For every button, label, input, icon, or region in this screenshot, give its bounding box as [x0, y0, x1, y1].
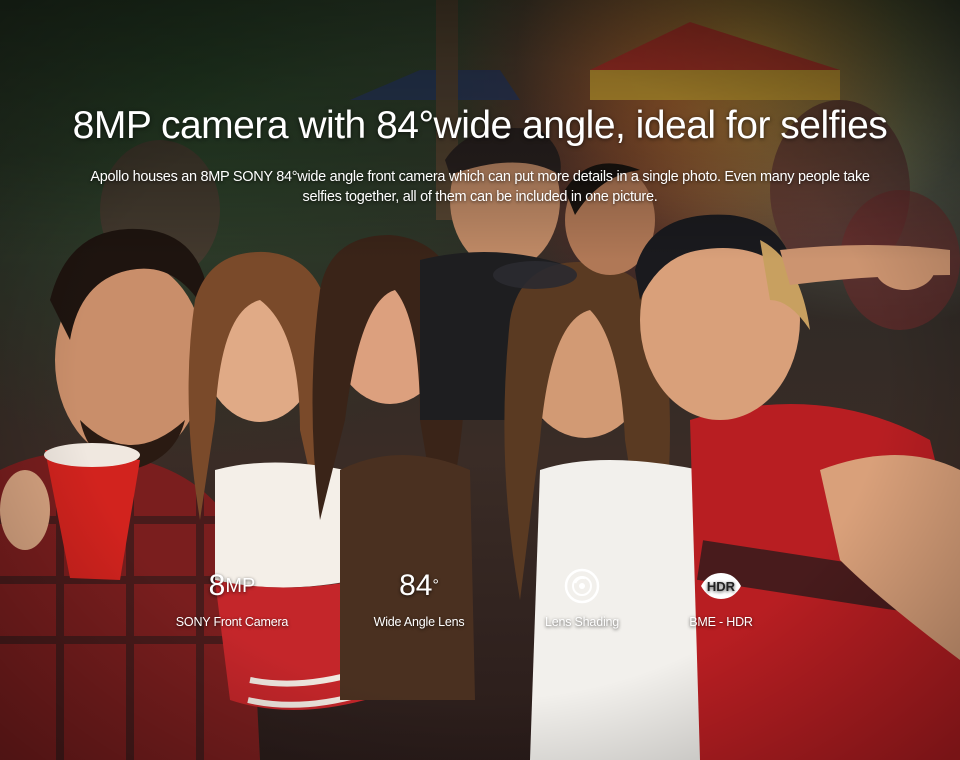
lens-shading-icon [507, 565, 657, 607]
feature-value: 8 [208, 569, 226, 602]
feature-label: Lens Shading [544, 615, 620, 629]
headline: 8MP camera with 84°wide angle, ideal for… [72, 104, 888, 147]
description-text: Apollo houses an 8MP SONY 84°wide angle … [30, 167, 930, 207]
description-line-1: Apollo houses an 8MP SONY 84°wide angle … [90, 169, 870, 185]
feature-label: BME - HDR [689, 615, 753, 629]
hdr-icon-text: HDR [707, 579, 736, 594]
hdr-icon: HDR [646, 565, 796, 607]
feature-value: 84 [399, 569, 433, 602]
feature-8mp: 8 MP SONY Front Camera [157, 565, 307, 629]
feature-unit: ° [432, 577, 439, 594]
selfie-camera-banner: 8MP camera with 84°wide angle, ideal for… [0, 0, 960, 760]
feature-wide-angle: 84 ° Wide Angle Lens [344, 565, 494, 629]
feature-label: Wide Angle Lens [373, 615, 465, 629]
feature-list: 8 MP SONY Front Camera 84 ° Wide Angle Len… [0, 565, 960, 645]
8mp-text-icon: 8 MP [157, 565, 307, 607]
feature-lens-shading: Lens Shading [507, 565, 657, 629]
feature-unit: MP [225, 574, 256, 597]
84-degree-text-icon: 84 ° [344, 565, 494, 607]
feature-label: SONY Front Camera [175, 615, 289, 629]
description-line-2: selfies together, all of them can be inc… [302, 189, 658, 205]
feature-hdr: HDR BME - HDR [646, 565, 796, 629]
